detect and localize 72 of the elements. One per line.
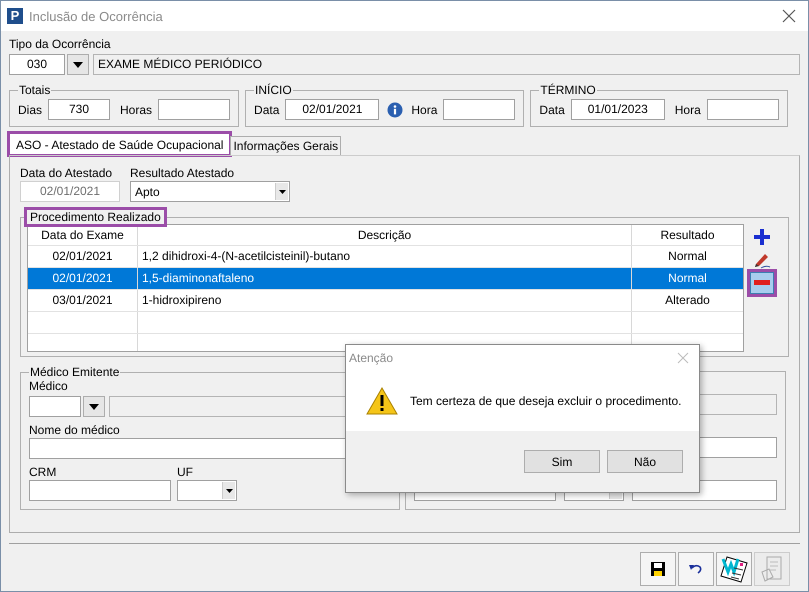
field-label: Dias (18, 102, 42, 116)
dialog-message: Tem certeza de que deseja excluir o procedimento. (410, 394, 682, 408)
column-header[interactable]: Data do Exame (28, 225, 138, 245)
date-field: 02/01/2021 (20, 181, 120, 202)
date-field[interactable]: 01/01/2023 (570, 99, 665, 120)
doctor-code-field[interactable] (29, 396, 81, 417)
group-label: Totais (18, 83, 52, 97)
pencil-icon (753, 251, 771, 269)
field-label: Data (254, 102, 280, 116)
field-label: Hora (411, 102, 438, 116)
group-label: Procedimento Realizado (27, 210, 164, 224)
table-cell-text: Normal (667, 248, 708, 265)
result-dropdown[interactable]: Apto (130, 181, 290, 202)
caret-icon (89, 404, 99, 410)
table-cell: 1,2 dihidroxi-4-(N-acetilcisteinil)-butano (138, 246, 632, 267)
field-label: Data (539, 102, 565, 116)
table-cell: 02/01/2021 (28, 246, 138, 267)
app-logo: P (7, 8, 23, 24)
group-label: Médico Emitente (29, 365, 120, 379)
document-icon (719, 554, 749, 584)
time-field[interactable] (706, 99, 779, 120)
date-field[interactable]: 02/01/2021 (285, 99, 380, 120)
table-row[interactable]: 03/01/2021 1-hidroxipireno Alterado (28, 290, 743, 312)
table-cell-text: Normal (667, 270, 708, 287)
field-label: CRM (29, 465, 58, 480)
crm-field[interactable] (29, 480, 171, 501)
remove-button[interactable] (750, 272, 774, 294)
dialog-title: Atenção (349, 351, 394, 365)
caret-icon (278, 190, 286, 194)
field-label: Hora (674, 102, 701, 116)
table-cell: 1,5-diaminonaftaleno (138, 268, 632, 289)
close-icon[interactable] (782, 9, 796, 23)
field-label: Tipo da Ocorrência (9, 37, 112, 52)
field-label: Nome do médico (29, 423, 121, 438)
tab[interactable]: Informações Gerais (230, 136, 342, 155)
caret-icon (226, 488, 232, 492)
code-field[interactable]: 030 (9, 54, 65, 75)
table-cell-text: Alterado (664, 292, 711, 309)
table-row[interactable]: 02/01/2021 1,5-diaminonaftaleno Normal (28, 268, 743, 290)
tab[interactable]: ASO - Atestado de Saúde Ocupacional (9, 133, 230, 155)
group-label: TÉRMINO (539, 83, 597, 97)
dropdown-button[interactable] (67, 54, 89, 75)
undo-button[interactable] (678, 552, 714, 586)
undo-icon (689, 563, 703, 575)
table-cell: 1-hidroxipireno (138, 290, 632, 311)
column-header[interactable]: Descrição (138, 225, 632, 245)
state-dropdown[interactable] (177, 480, 237, 501)
info-icon[interactable] (387, 102, 404, 118)
field-label: UF (177, 465, 194, 480)
dialog-button[interactable]: Não (607, 450, 683, 473)
hours-field[interactable] (158, 99, 230, 120)
dropdown-button[interactable] (83, 396, 105, 417)
caret-icon (73, 62, 83, 68)
window-title: Inclusão de Ocorrência (29, 8, 164, 24)
table-cell: 02/01/2021 (28, 268, 138, 289)
description-field: EXAME MÉDICO PERIÓDICO (93, 54, 800, 75)
field-label: Resultado Atestado (130, 166, 236, 181)
minus-icon (754, 280, 770, 286)
plus-icon (754, 229, 770, 245)
group-label: INÍCIO (254, 83, 293, 97)
dialog-button[interactable]: Sim (524, 450, 600, 473)
days-field[interactable]: 730 (48, 99, 110, 120)
field-label: Médico (29, 379, 69, 394)
field-label: Data do Atestado (20, 166, 114, 181)
warning-icon (366, 387, 398, 415)
table-cell: 03/01/2021 (28, 290, 138, 311)
field-label: Horas (120, 102, 152, 116)
save-button[interactable] (640, 552, 676, 586)
save-icon (650, 561, 666, 577)
column-header[interactable]: Resultado (632, 225, 743, 245)
time-field[interactable] (443, 99, 516, 120)
document-button[interactable] (716, 552, 752, 586)
